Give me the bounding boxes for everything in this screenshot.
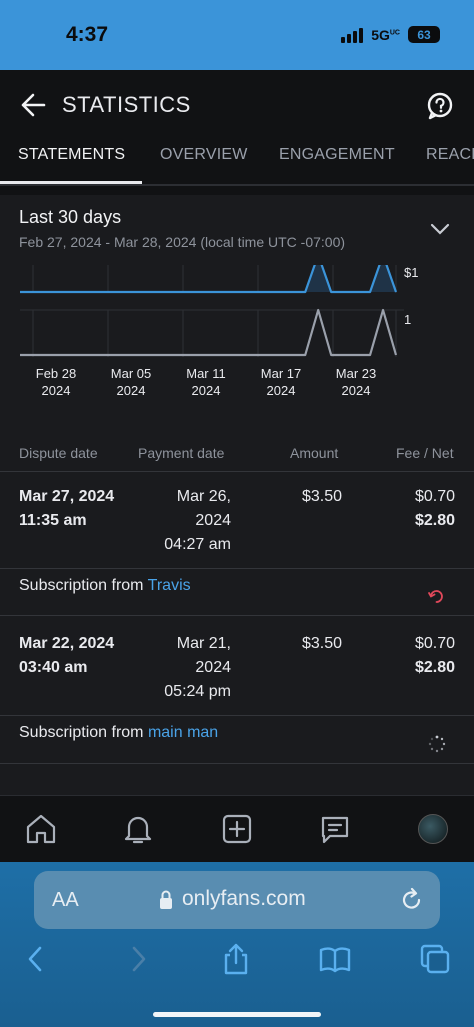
series-area <box>20 265 396 292</box>
browser-toolbar: AA onlyfans.com <box>0 862 474 1027</box>
x-tick-year: 2024 <box>267 383 296 398</box>
chart-svg: $1 1 Feb 28 2024 Mar 05 2024 Mar 11 2024 Mar 17 2… <box>20 265 418 398</box>
text-size-button[interactable]: AA <box>52 889 79 912</box>
row-divider <box>0 568 474 569</box>
header-amount: Amount <box>290 445 339 461</box>
battery-icon: 63 <box>408 26 440 43</box>
home-indicator <box>153 1012 321 1017</box>
payment-time: 05:24 pm <box>164 683 231 700</box>
add-post-icon[interactable] <box>220 812 254 846</box>
messages-icon[interactable] <box>318 812 352 846</box>
statements-chart: $1 1 Feb 28 2024 Mar 05 2024 Mar 11 2024 Mar 17 2… <box>0 265 474 435</box>
dispute-date: Mar 27, 2024 <box>19 488 115 505</box>
status-time: 4:37 <box>66 23 109 46</box>
bookmarks-icon[interactable] <box>318 942 352 976</box>
url-text: onlyfans.com <box>182 887 306 910</box>
fee: $0.70 <box>414 635 455 652</box>
bell-icon[interactable] <box>121 812 155 846</box>
series-line-1 <box>20 265 398 294</box>
period-title: Last 30 days <box>19 207 122 227</box>
network-type: 5GUC <box>371 26 400 43</box>
table-header: Dispute date Payment date Amount Fee / N… <box>0 445 474 465</box>
x-tick-year: 2024 <box>192 383 221 398</box>
undo-icon[interactable] <box>428 589 446 605</box>
subscription-description: Subscription from main man <box>19 724 219 741</box>
tabs-icon[interactable] <box>418 942 452 976</box>
statements-table: Dispute date Payment date Amount Fee / N… <box>0 435 474 795</box>
tab-engagement[interactable]: ENGAGEMENT <box>279 146 395 164</box>
subscription-description: Subscription from Travis <box>19 577 191 594</box>
status-bar: 4:37 5GUC 63 <box>0 0 474 70</box>
payment-year: 2024 <box>195 512 231 529</box>
fee: $0.70 <box>414 488 455 505</box>
home-icon[interactable] <box>24 812 58 846</box>
header-dispute-date: Dispute date <box>19 445 98 461</box>
payment-date: Mar 21, <box>176 635 231 652</box>
chevron-down-icon[interactable] <box>430 222 450 236</box>
dispute-time: 03:40 am <box>19 659 88 676</box>
avatar[interactable] <box>418 814 448 844</box>
row-divider <box>0 615 474 616</box>
y-axis-label-1: $1 <box>404 265 418 280</box>
x-tick-label: Mar 23 <box>336 366 376 381</box>
back-arrow-icon[interactable] <box>20 92 46 118</box>
payment-time: 04:27 am <box>164 536 231 553</box>
period-range: Feb 27, 2024 - Mar 28, 2024 (local time … <box>19 234 346 250</box>
x-tick-year: 2024 <box>117 383 146 398</box>
x-tick-label: Mar 05 <box>111 366 151 381</box>
lock-icon <box>160 890 172 909</box>
net: $2.80 <box>414 512 455 529</box>
dispute-time: 11:35 am <box>19 512 87 529</box>
bottom-navigation <box>0 795 474 862</box>
back-icon[interactable] <box>20 942 54 976</box>
net: $2.80 <box>414 659 455 676</box>
y-axis-label-2: 1 <box>404 312 411 327</box>
x-tick-year: 2024 <box>42 383 71 398</box>
series-line-2 <box>20 308 398 357</box>
user-link[interactable]: main man <box>148 724 218 741</box>
x-tick-label: Feb 28 <box>36 366 76 381</box>
dispute-date: Mar 22, 2024 <box>19 635 115 652</box>
loading-icon <box>428 735 446 753</box>
url-bar[interactable]: AA onlyfans.com <box>34 871 440 929</box>
tab-overview[interactable]: OVERVIEW <box>160 146 248 164</box>
tab-statements[interactable]: STATEMENTS <box>18 146 125 164</box>
header-payment-date: Payment date <box>138 445 225 461</box>
share-icon[interactable] <box>219 942 253 976</box>
amount: $3.50 <box>301 635 342 652</box>
user-link[interactable]: Travis <box>148 577 191 594</box>
payment-date: Mar 26, <box>176 488 231 505</box>
row-divider <box>0 763 474 764</box>
payment-year: 2024 <box>195 659 231 676</box>
help-icon[interactable] <box>426 92 454 120</box>
row-divider <box>0 715 474 716</box>
app-header: STATISTICS STATEMENTS OVERVIEW ENGAGEMEN… <box>0 70 474 190</box>
forward-icon[interactable] <box>120 942 154 976</box>
x-tick-label: Mar 11 <box>186 366 226 381</box>
tab-reach[interactable]: REACH <box>426 146 474 164</box>
x-tick-year: 2024 <box>342 383 371 398</box>
table-divider <box>0 471 474 472</box>
period-selector[interactable]: Last 30 days Feb 27, 2024 - Mar 28, 2024… <box>0 195 474 265</box>
tabs-divider <box>0 184 474 186</box>
status-indicators: 5GUC 63 <box>341 26 440 43</box>
header-fee-net: Fee / Net <box>396 445 454 461</box>
page-title: STATISTICS <box>62 92 191 117</box>
amount: $3.50 <box>301 488 342 505</box>
signal-icon <box>341 27 364 43</box>
x-tick-label: Mar 17 <box>261 366 301 381</box>
reload-icon[interactable] <box>400 887 424 913</box>
